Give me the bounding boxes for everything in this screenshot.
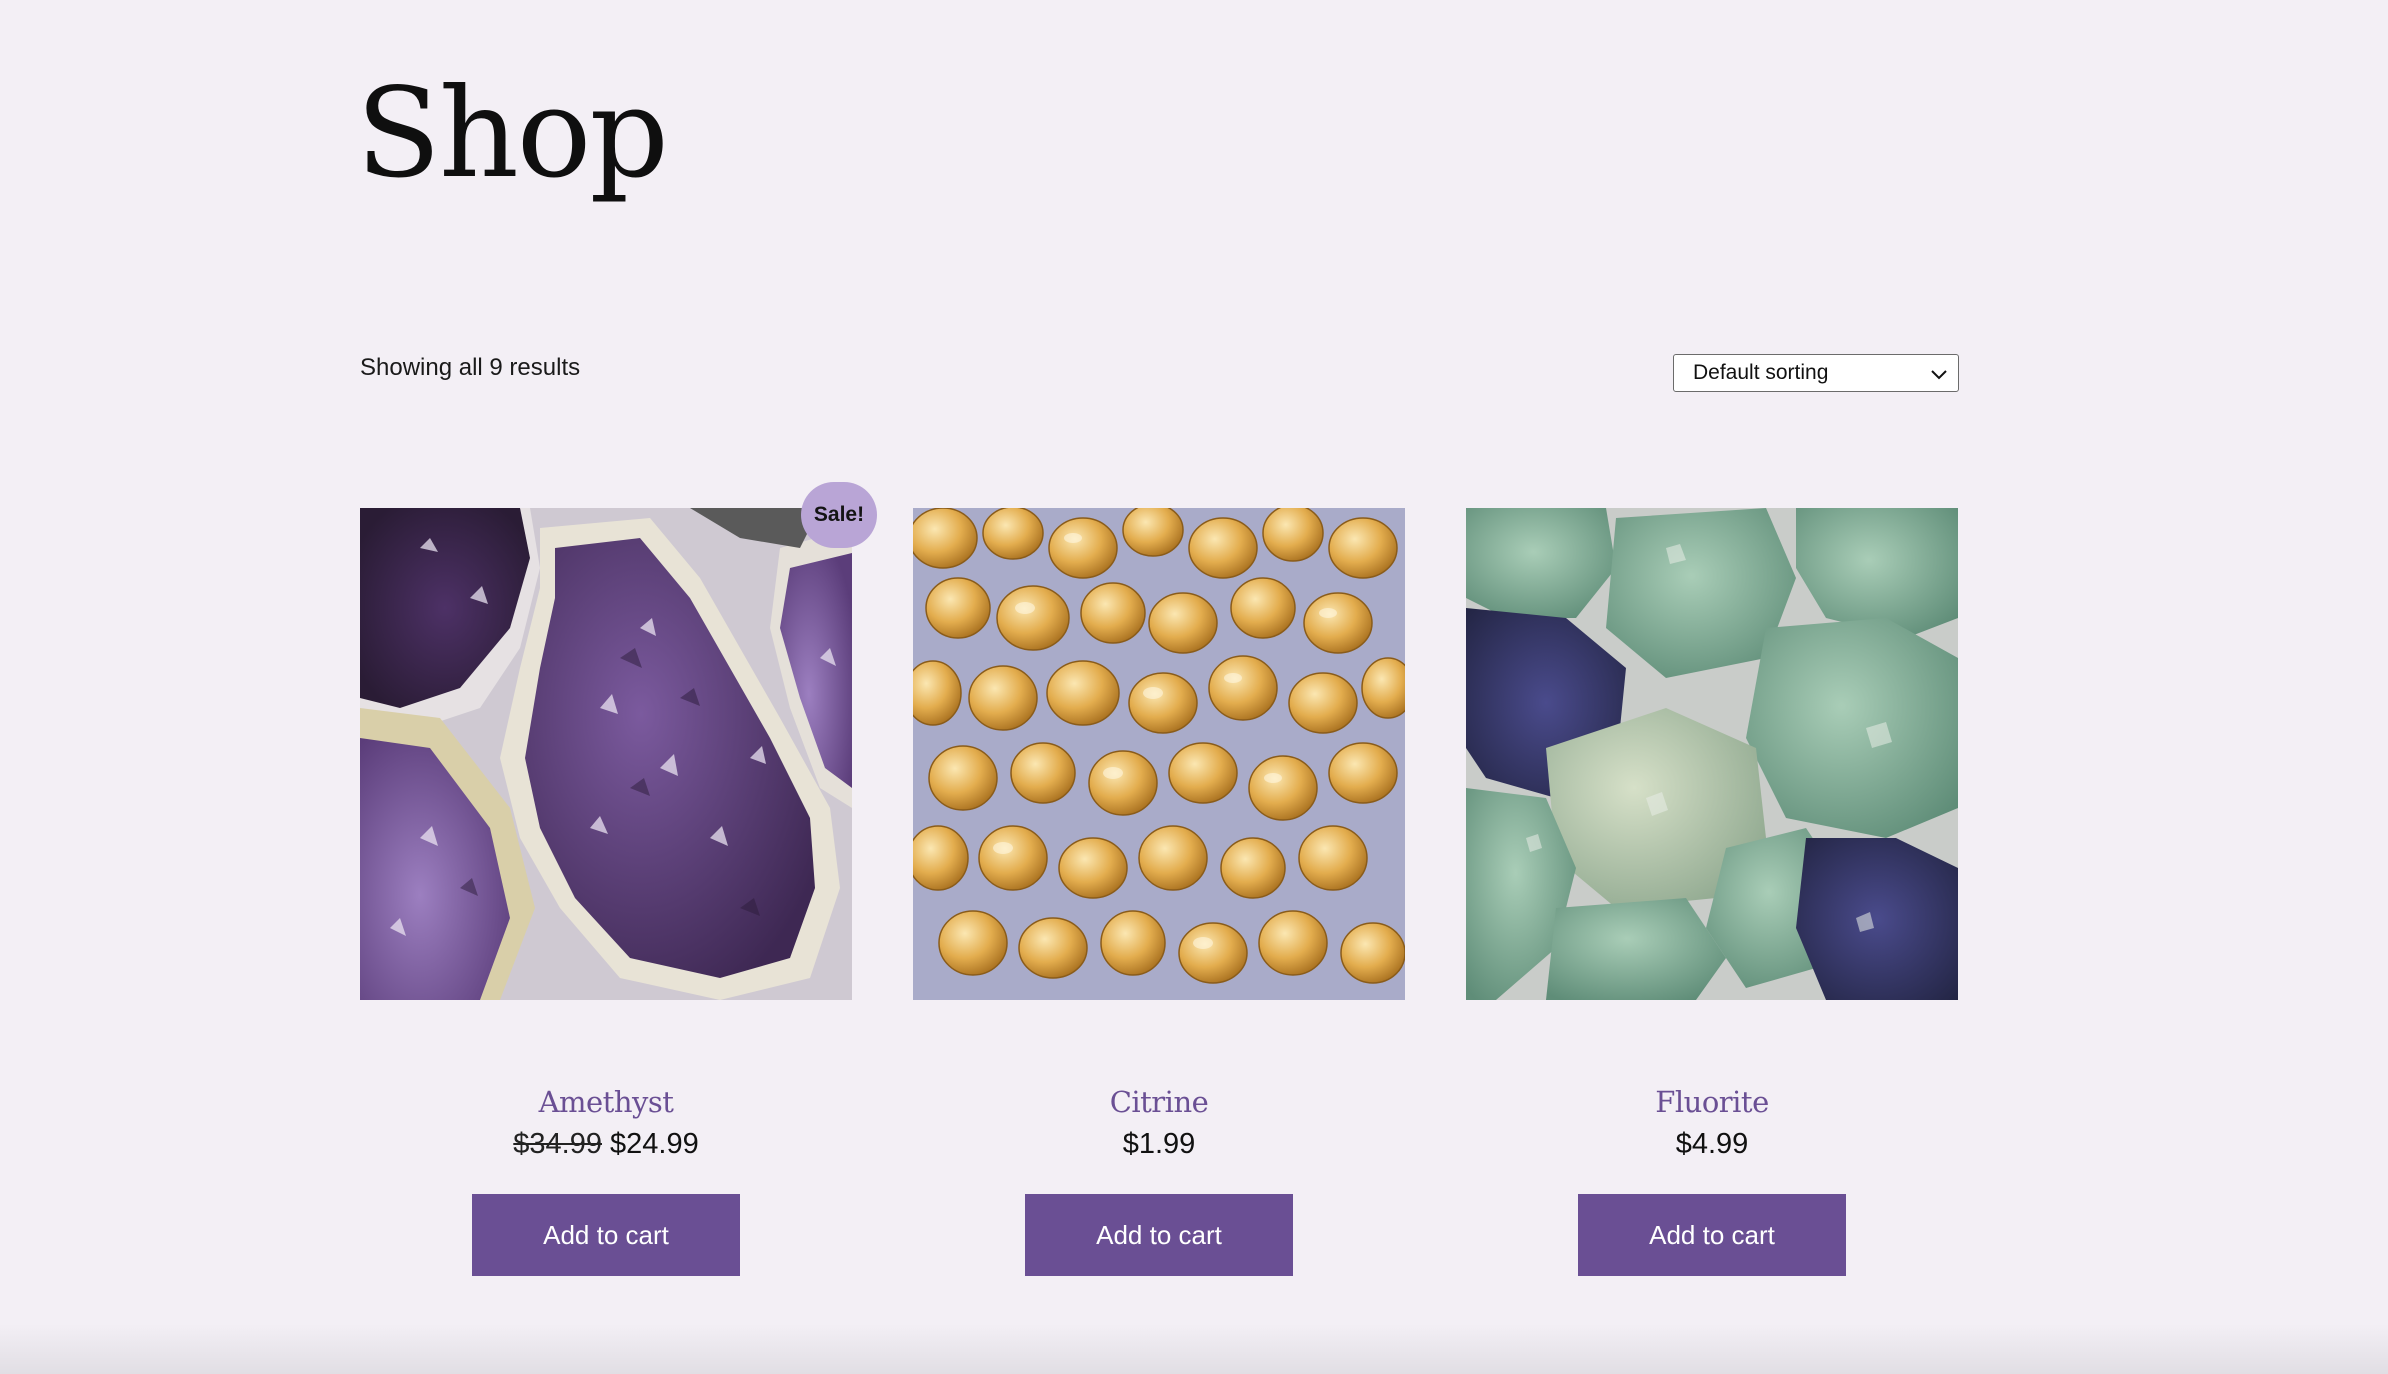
sorting-select-value: Default sorting xyxy=(1693,361,1829,384)
sale-price: $24.99 xyxy=(610,1128,699,1160)
page-title: Shop xyxy=(356,62,669,206)
result-count: Showing all 9 results xyxy=(360,354,581,381)
chevron-down-icon xyxy=(1931,370,1947,380)
product-card-amethyst: Amethyst $34.99 $24.99 Add to cart xyxy=(360,508,852,1276)
product-card-citrine: Citrine $1.99 Add to cart xyxy=(913,508,1405,1276)
add-to-cart-button-citrine[interactable]: Add to cart xyxy=(1025,1194,1293,1276)
product-image-fluorite[interactable] xyxy=(1466,508,1958,1000)
sorting-select[interactable]: Default sorting xyxy=(1673,354,1959,392)
product-card-fluorite: Fluorite $4.99 Add to cart xyxy=(1466,508,1958,1276)
product-image-amethyst[interactable] xyxy=(360,508,852,1000)
bottom-edge-shadow xyxy=(0,1324,2388,1374)
product-name-amethyst[interactable]: Amethyst xyxy=(360,1085,852,1119)
citrine-stones-image xyxy=(913,508,1405,1000)
product-name-citrine[interactable]: Citrine xyxy=(913,1085,1405,1119)
amethyst-crystals-image xyxy=(360,508,852,1000)
price: $1.99 xyxy=(1122,1128,1196,1160)
product-price-fluorite: $4.99 xyxy=(1466,1128,1958,1161)
add-to-cart-button-fluorite[interactable]: Add to cart xyxy=(1578,1194,1846,1276)
add-to-cart-button-amethyst[interactable]: Add to cart xyxy=(472,1194,740,1276)
product-price-amethyst: $34.99 $24.99 xyxy=(360,1128,852,1161)
sale-badge: Sale! xyxy=(801,482,877,548)
product-name-fluorite[interactable]: Fluorite xyxy=(1466,1085,1958,1119)
regular-price: $34.99 xyxy=(513,1128,602,1160)
product-image-citrine[interactable] xyxy=(913,508,1405,1000)
product-price-citrine: $1.99 xyxy=(913,1128,1405,1161)
price: $4.99 xyxy=(1675,1128,1749,1160)
fluorite-rocks-image xyxy=(1466,508,1958,1000)
